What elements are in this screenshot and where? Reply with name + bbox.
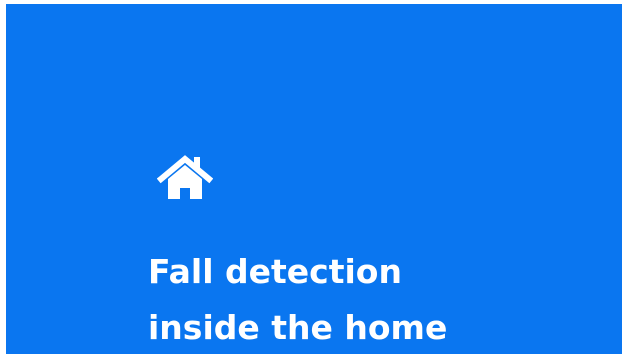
home-icon bbox=[157, 153, 213, 203]
title-line-2: inside the home bbox=[148, 308, 448, 347]
feature-card: Fall detection inside the home bbox=[6, 4, 622, 354]
feature-title: Fall detection inside the home bbox=[148, 244, 447, 354]
title-line-1: Fall detection bbox=[148, 252, 402, 291]
